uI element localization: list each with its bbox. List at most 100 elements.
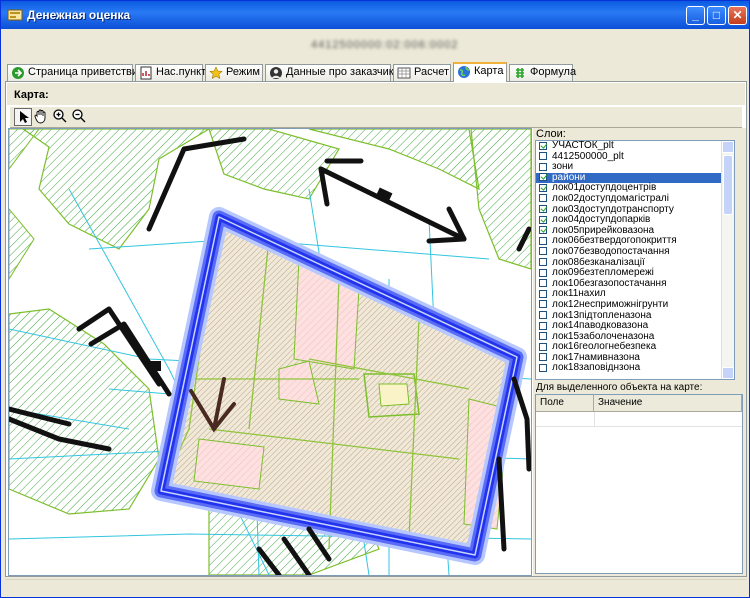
tab-welcome[interactable]: Страница приветствия [7,64,144,81]
globe-icon [458,66,470,78]
layer-label: лок12несприможнігрунти [552,298,669,310]
green-arrow-icon [12,67,24,79]
maximize-button[interactable]: □ [707,6,726,25]
layer-checkbox[interactable] [539,205,547,214]
formula-icon [516,68,524,78]
document-chart-icon [140,66,152,80]
title-bar[interactable]: Денежная оценка _ □ ✕ [1,1,749,29]
layer-checkbox[interactable] [539,258,547,267]
green-zone [21,129,211,250]
layer-checkbox[interactable] [539,141,547,150]
pan-tool[interactable] [33,108,51,126]
zoom-in-icon [53,109,67,123]
scroll-thumb[interactable] [723,155,733,215]
person-icon [270,67,282,79]
scroll-up-button[interactable] [722,141,734,153]
pointer-tool[interactable] [14,108,32,126]
layer-checkbox[interactable] [539,363,547,372]
map-canvas[interactable] [8,128,532,576]
grid-icon [397,67,411,79]
layer-checkbox[interactable] [539,332,547,341]
layer-label: лок02доступдомагістралі [552,192,669,204]
map-drawing[interactable] [9,129,531,575]
side-panel: Слои: УЧАСТОК_plt 4412500000_plt зони район… [533,128,746,576]
layer-checkbox[interactable] [539,342,547,351]
layer-label: лок11нахил [552,288,606,300]
layer-label: 4412500000_plt [552,150,624,162]
map-label: Карта: [14,89,49,101]
layer-label: лок09безтепломережі [552,267,654,279]
layer-label: лок16геологнебезпека [552,341,657,353]
pan-hand-icon [34,109,46,124]
layer-label: лок06безтвердогопокриття [552,235,677,247]
zoom-out-icon [72,109,86,123]
close-button[interactable]: ✕ [728,6,747,25]
layer-checkbox[interactable] [539,247,547,256]
layers-label: Слои: [536,128,566,140]
properties-header: Поле Значение [536,395,742,412]
layer-label: лок13підтопленазона [552,309,652,321]
tab-mode[interactable]: Режим [205,64,263,81]
layer-checkbox[interactable] [539,162,547,171]
layer-label: лок18заповіднзона [552,362,641,374]
road-node [149,361,161,371]
tab-label: Формула [530,66,577,78]
minimize-button[interactable]: _ [686,6,705,25]
window-title: Денежная оценка [27,8,131,22]
layer-checkbox[interactable] [539,215,547,224]
tab-label: Расчет [414,66,449,78]
layer-checkbox[interactable] [539,353,547,362]
header-band: 4412500000:02:006:0002 [5,31,747,61]
tab-customer-data[interactable]: Данные про заказчика [265,64,400,81]
table-row [536,412,742,427]
layer-checkbox[interactable] [539,321,547,330]
column-header-field[interactable]: Поле [536,395,594,411]
layer-checkbox[interactable] [539,289,547,298]
app-window: Денежная оценка _ □ ✕ 4412500000:02:006:… [0,0,750,598]
tab-label: Страница приветствия [28,66,144,78]
scroll-down-button[interactable] [722,367,734,379]
parcel-code: 4412500000:02:006:0002 [311,39,459,51]
tab-calculation[interactable]: Расчет [393,64,451,81]
tab-formula[interactable]: Формула [509,64,577,81]
app-icon [7,9,23,21]
layer-checkbox[interactable] [539,173,547,182]
layer-checkbox[interactable] [539,268,547,277]
layer-label: лок17намивназона [552,351,640,363]
layer-checkbox[interactable] [539,183,547,192]
pointer-icon [20,111,29,123]
zoom-out-tool[interactable] [71,108,89,126]
layer-label: лок08безканалізації [552,256,645,268]
layer-label: УЧАСТОК_plt [552,140,614,151]
layer-item[interactable]: лок18заповіднзона [536,363,734,374]
column-header-value[interactable]: Значение [594,395,742,411]
layers-scrollbar[interactable] [721,141,734,379]
zoom-in-tool[interactable] [52,108,70,126]
layer-checkbox[interactable] [539,311,547,319]
tab-label: Режим [226,66,260,78]
layer-checkbox[interactable] [539,152,547,161]
layer-label: лок01доступдоцентрів [552,182,657,194]
tab-label: Данные про заказчика [286,66,400,78]
layer-checkbox[interactable] [539,279,547,288]
selected-object-label: Для выделенного объекта на карте: [536,382,703,393]
tab-strip: Страница приветствия Нас.пункт Режим Дан… [5,62,747,82]
layer-label: лок10безгазопостачання [552,277,667,289]
layers-list[interactable]: УЧАСТОК_plt 4412500000_plt зони райони лок01… [535,140,735,380]
tab-map[interactable]: Карта [453,62,507,82]
layer-label: лок07безводопостачання [552,245,670,257]
layer-label: лок14паводковазона [552,320,649,332]
layer-label: лок04доступдопарків [552,214,651,226]
layer-checkbox[interactable] [539,226,547,235]
star-icon [209,66,223,80]
layer-checkbox[interactable] [539,236,547,245]
tab-settlement[interactable]: Нас.пункт [135,64,207,81]
properties-grid[interactable]: Поле Значение [535,394,743,574]
tab-label: Карта [474,65,504,77]
layer-checkbox[interactable] [539,300,547,309]
map-tab-panel: Карта: Слои: УЧАСТОК_plt 4412500000_plt … [5,81,747,577]
layer-label: зони [552,161,574,173]
tab-label: Нас.пункт [156,66,207,78]
map-toolbar [10,106,742,128]
layer-checkbox[interactable] [539,194,547,203]
